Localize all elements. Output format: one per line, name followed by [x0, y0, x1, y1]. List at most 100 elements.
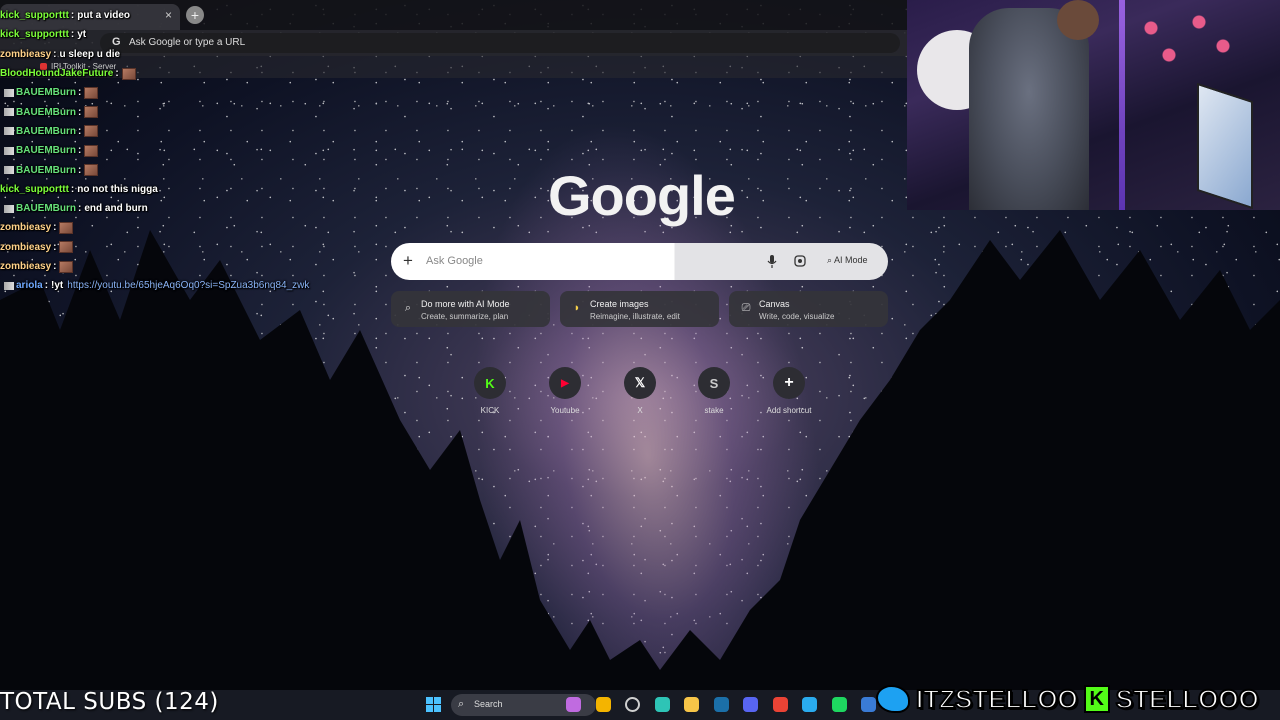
chat-text: no not this nigga	[77, 183, 158, 195]
chat-message: BAUEMBurn:	[0, 122, 360, 141]
chat-emote-icon	[59, 221, 74, 234]
chat-separator: :	[70, 183, 75, 195]
chat-badge-icon	[4, 146, 14, 155]
copilot-icon[interactable]	[566, 697, 581, 712]
plus-icon: +	[773, 367, 805, 399]
file-explorer-icon[interactable]	[684, 697, 699, 712]
chat-message: kick_supporttt: no not this nigga	[0, 180, 360, 199]
windows-start-icon[interactable]	[426, 697, 441, 712]
add-attachment-icon[interactable]: +	[403, 251, 413, 271]
chat-separator: :	[44, 280, 49, 292]
chat-message: BAUEMBurn:	[0, 102, 360, 121]
youtube-icon: ▶	[549, 367, 581, 399]
chat-separator: :	[53, 261, 57, 272]
chat-separator: :	[70, 29, 75, 41]
chat-message: BAUEMBurn:	[0, 160, 360, 179]
stream-chat-overlay: kick_supporttt: put a video kick_supporttt…	[0, 6, 360, 295]
ai-mode-button[interactable]: ⌕ AI Mode	[827, 255, 868, 266]
chat-username: BAUEMBurn	[16, 125, 76, 137]
chat-separator: :	[78, 125, 82, 137]
chat-username: BAUEMBurn	[16, 164, 76, 176]
stake-icon: S	[698, 367, 730, 399]
steam-alt-icon[interactable]	[861, 697, 876, 712]
wall-decor	[1127, 10, 1247, 70]
chat-username: BAUEMBurn	[16, 145, 76, 157]
chat-username: BAUEMBurn	[16, 106, 76, 118]
chrome-canary-icon[interactable]	[595, 697, 611, 712]
taskbar-search-label: Search	[474, 699, 503, 709]
spotify-icon[interactable]	[831, 697, 847, 712]
shortcut-label: stake	[704, 406, 724, 415]
chat-emote-icon	[84, 164, 99, 177]
chat-separator: :	[70, 10, 75, 22]
search-icon: ⌕	[458, 698, 465, 710]
chat-message: zombieasy:	[0, 238, 360, 257]
chip-ai-mode[interactable]: ⌕ Do more with AI Mode Create, summarize…	[391, 291, 550, 327]
shortcut-label: Youtube	[550, 406, 580, 415]
chat-badge-icon	[4, 88, 14, 97]
chat-username: zombieasy	[0, 241, 52, 253]
chat-username: kick_supporttt	[0, 183, 69, 195]
kick-handle: STELLOOO	[1115, 683, 1260, 715]
chat-emote-icon	[121, 67, 136, 80]
chat-message: BAUEMBurn:	[0, 141, 360, 160]
steam-icon[interactable]	[713, 697, 729, 712]
microphone-icon[interactable]	[767, 255, 777, 268]
x-icon: 𝕏	[624, 367, 656, 399]
chat-emote-icon	[84, 144, 99, 157]
led-strip	[1119, 0, 1125, 210]
chat-username: BAUEMBurn	[16, 87, 76, 99]
chat-emote-icon	[59, 241, 74, 254]
shortcut-x[interactable]: 𝕏 X	[614, 367, 666, 415]
chat-link[interactable]: https://youtu.be/65hjeAq6Oq0?si=SpZua3b6…	[67, 276, 309, 295]
chat-message: ariola: !yt https://youtu.be/65hjeAq6Oq0?s…	[0, 276, 360, 295]
streamer-head	[1057, 0, 1099, 40]
chat-badge-icon	[4, 166, 14, 175]
chat-separator: :	[53, 48, 57, 60]
twitter-handle: ITZSTELLOO	[915, 683, 1079, 715]
chip-create-images[interactable]: ◗ Create images Reimagine, illustrate, e…	[560, 291, 719, 327]
chat-username: kick_supporttt	[0, 10, 69, 22]
chat-username: kick_supporttt	[0, 29, 69, 41]
task-view-icon[interactable]	[625, 697, 640, 712]
chat-message: zombieasy:	[0, 218, 360, 237]
shortcut-add[interactable]: + Add shortcut	[763, 367, 815, 415]
ai-mode-label: AI Mode	[834, 255, 868, 265]
chat-separator: :	[78, 145, 82, 157]
chip-subtitle: Reimagine, illustrate, edit	[590, 312, 680, 321]
edge-icon[interactable]	[654, 697, 670, 712]
shortcut-youtube[interactable]: ▶ Youtube	[539, 367, 591, 415]
monitor	[1197, 82, 1253, 210]
chat-username: zombieasy	[0, 222, 52, 234]
ai-search-icon: ⌕	[404, 302, 412, 314]
chat-username: zombieasy	[0, 261, 52, 272]
google-logo: Google	[548, 164, 736, 227]
chat-username: BloodHoundJakeFuture	[0, 68, 114, 80]
chat-emote-icon	[84, 86, 99, 99]
ai-search-icon: ⌕	[827, 255, 835, 265]
webcam-feed	[907, 0, 1280, 210]
chip-canvas[interactable]: ⎚ Canvas Write, code, visualize	[729, 291, 888, 327]
discord-icon[interactable]	[743, 697, 758, 712]
chat-separator: :	[115, 68, 119, 80]
chat-text: u sleep u die	[59, 48, 121, 60]
total-subs-counter: TOTAL SUBS (124)	[0, 689, 219, 715]
chrome-icon[interactable]	[772, 697, 788, 712]
chat-separator: :	[78, 87, 82, 99]
chat-separator: :	[53, 241, 57, 253]
google-lens-icon[interactable]	[794, 255, 806, 267]
chat-message: BAUEMBurn:	[0, 83, 360, 102]
shortcut-stake[interactable]: S stake	[688, 367, 740, 415]
chat-separator: :	[78, 203, 82, 215]
chat-emote-icon	[84, 106, 99, 119]
chat-message: zombieasy: u sleep u die	[0, 45, 360, 64]
telegram-icon[interactable]	[802, 697, 817, 712]
social-handles: ITZSTELLOO K STELLOOO	[876, 681, 1260, 717]
shortcut-label: X	[637, 406, 643, 415]
chat-separator: :	[78, 164, 82, 176]
chat-badge-icon	[4, 108, 14, 117]
shortcut-kick[interactable]: K KICK	[464, 367, 516, 415]
chat-text: !yt	[51, 280, 64, 292]
chat-message: zombieasy:	[0, 257, 360, 276]
chat-username: BAUEMBurn	[16, 203, 76, 215]
